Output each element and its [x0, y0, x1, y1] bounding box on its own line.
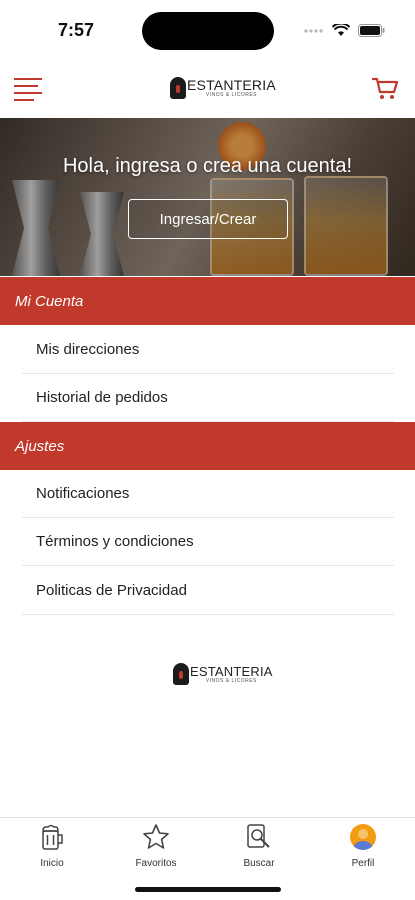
status-time: 7:57 [58, 20, 95, 40]
tab-perfil[interactable]: Perfil [323, 822, 403, 874]
list-item-notificaciones[interactable]: Notificaciones [22, 470, 394, 518]
footer-logo: ESTANTERIA VINOS & LICORES [173, 660, 273, 688]
tab-label: Inicio [40, 858, 64, 869]
tab-label: Favoritos [135, 858, 177, 869]
logo-bottle-icon [173, 663, 189, 685]
dynamic-island [142, 12, 274, 50]
login-create-button[interactable]: Ingresar/Crear [128, 199, 288, 239]
tab-label: Buscar [243, 858, 275, 869]
tab-inicio[interactable]: Inicio [12, 822, 92, 874]
header-logo: ESTANTERIA VINOS & LICORES [170, 74, 276, 102]
footer-logo-subtext: VINOS & LICORES [205, 677, 257, 684]
hero-title: Hola, ingresa o crea una cuenta! [62, 155, 353, 177]
status-icons [304, 24, 385, 37]
status-bar: 7:57 [0, 0, 415, 62]
tab-favoritos[interactable]: Favoritos [116, 822, 196, 874]
wifi-icon [332, 24, 350, 36]
menu-button[interactable] [14, 78, 42, 102]
signal-icon [304, 28, 323, 33]
beer-mug-icon [42, 824, 63, 850]
profile-avatar-icon [350, 824, 376, 850]
battery-icon [358, 24, 385, 37]
cart-icon[interactable] [371, 74, 399, 102]
star-icon [143, 824, 169, 849]
section-header-ajustes: Ajustes [0, 422, 415, 470]
search-icon [247, 824, 270, 848]
logo-bottle-icon [170, 77, 186, 99]
list-item-privacidad[interactable]: Politicas de Privacidad [22, 567, 394, 615]
logo-text: ESTANTERIA [187, 77, 276, 93]
logo-subtext: VINOS & LICORES [205, 92, 257, 98]
section-header-mi-cuenta: Mi Cuenta [0, 277, 415, 325]
app-header: ESTANTERIA VINOS & LICORES [0, 62, 415, 118]
tab-buscar[interactable]: Buscar [219, 822, 299, 874]
footer-logo-text: ESTANTERIA [190, 663, 273, 679]
list-item-historial-pedidos[interactable]: Historial de pedidos [22, 374, 394, 422]
tab-label: Perfil [351, 858, 375, 869]
list-item-mis-direcciones[interactable]: Mis direcciones [22, 326, 394, 374]
hero-banner: Hola, ingresa o crea una cuenta! Ingresa… [0, 118, 415, 276]
list-item-terminos[interactable]: Términos y condiciones [22, 518, 394, 566]
home-indicator [135, 887, 281, 892]
